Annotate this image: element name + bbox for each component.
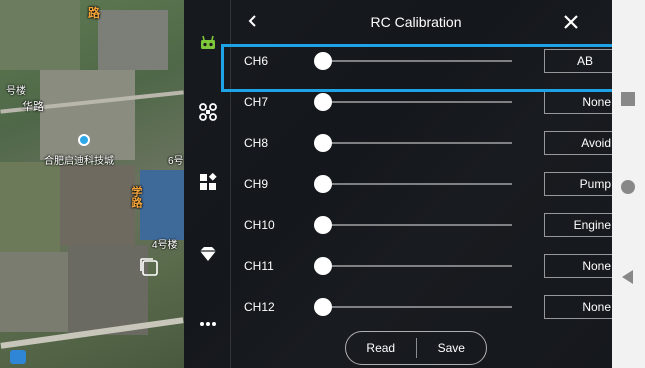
map-block: [40, 70, 135, 160]
channel-row-ch8: CH8 Avoid: [244, 128, 644, 158]
map-block: [68, 245, 148, 335]
close-button[interactable]: [560, 11, 582, 33]
channel-slider-knob[interactable]: [314, 175, 332, 193]
action-buttons: Read Save: [345, 331, 487, 365]
remote-controller-icon[interactable]: [198, 33, 218, 53]
channel-function-value: Engine: [573, 218, 611, 232]
channel-label: CH10: [244, 218, 275, 232]
selected-row-highlight: [221, 44, 621, 92]
map-view[interactable]: 路 号楼 华路 合肥启迪科技城 6号 4号楼 学路: [0, 0, 184, 368]
circle-icon: [621, 180, 635, 194]
layers-icon[interactable]: [138, 256, 160, 278]
channel-slider-knob[interactable]: [314, 93, 332, 111]
channel-label: CH9: [244, 177, 269, 191]
close-icon: [564, 15, 578, 29]
map-label: 华路: [22, 101, 44, 113]
page-title: RC Calibration: [370, 14, 462, 30]
map-block: [0, 162, 60, 252]
square-icon: [621, 92, 635, 106]
channel-slider-knob[interactable]: [314, 134, 332, 152]
channel-slider-knob[interactable]: [314, 257, 332, 275]
channel-slider-knob[interactable]: [314, 298, 332, 316]
channel-slider-track[interactable]: [320, 224, 512, 226]
channel-slider-track[interactable]: [320, 142, 512, 144]
map-label: 合肥启迪科技城: [44, 156, 114, 167]
channel-label: CH8: [244, 136, 269, 150]
diamond-icon[interactable]: [198, 244, 218, 264]
apps-icon[interactable]: [198, 172, 218, 192]
channel-function-value: None: [582, 300, 611, 314]
map-label: 号楼: [6, 86, 26, 97]
channel-slider-track[interactable]: [320, 306, 512, 308]
channel-function-value: None: [582, 259, 611, 273]
channel-slider-knob[interactable]: [314, 216, 332, 234]
map-logo: [10, 350, 26, 364]
map-block: [0, 0, 80, 70]
more-icon[interactable]: [198, 314, 218, 334]
map-label: 6号: [168, 156, 184, 167]
save-button[interactable]: Save: [417, 341, 487, 355]
channel-label: CH11: [244, 259, 274, 273]
channel-row-ch9: CH9 Pump: [244, 169, 644, 199]
map-block: [0, 252, 68, 332]
map-label: 路: [88, 6, 101, 20]
map-label: 4号楼: [152, 240, 178, 251]
map-block: [140, 170, 184, 240]
back-icon: [248, 15, 256, 27]
channel-label: CH12: [244, 300, 275, 314]
channel-row-ch10: CH10 Engine: [244, 210, 644, 240]
map-block: [60, 165, 135, 245]
system-nav-bar: [612, 0, 645, 368]
read-button[interactable]: Read: [346, 341, 416, 355]
back-nav-button[interactable]: [619, 268, 637, 291]
channel-slider-track[interactable]: [320, 101, 512, 103]
channel-function-value: None: [582, 95, 611, 109]
channel-function-value: Pump: [579, 177, 611, 191]
channel-slider-track[interactable]: [320, 265, 512, 267]
map-label: 学路: [130, 186, 142, 208]
channel-row-ch11: CH11 None: [244, 251, 644, 281]
channel-row-ch12: CH12 None: [244, 292, 644, 322]
home-button[interactable]: [619, 178, 637, 201]
channel-slider-track[interactable]: [320, 183, 512, 185]
map-block: [98, 10, 168, 70]
drone-icon[interactable]: [198, 102, 218, 122]
back-button[interactable]: [242, 12, 262, 32]
triangle-back-icon: [622, 270, 633, 284]
location-pin-icon: [78, 134, 90, 146]
channel-label: CH7: [244, 95, 269, 109]
recent-apps-button[interactable]: [619, 90, 637, 113]
channel-function-value: Avoid: [581, 136, 611, 150]
